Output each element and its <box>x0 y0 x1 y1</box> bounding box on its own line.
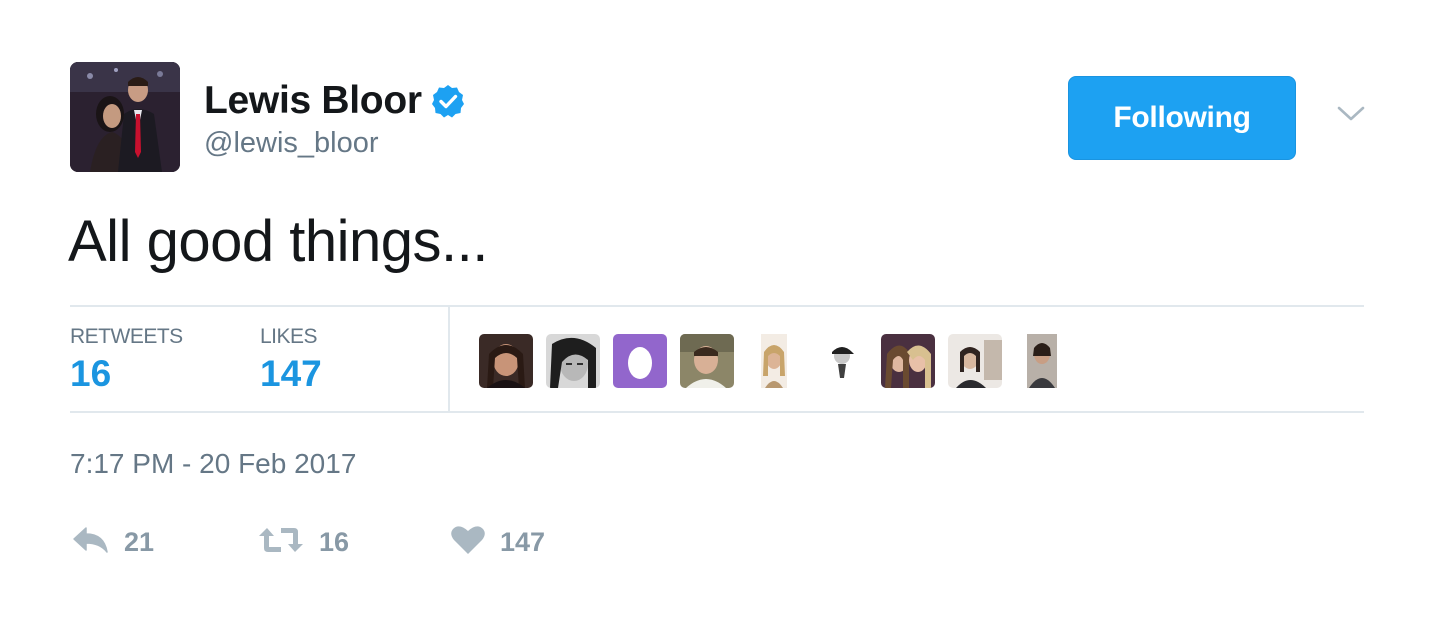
reply-icon <box>70 524 110 561</box>
retweets-stat[interactable]: RETWEETS 16 <box>70 325 183 395</box>
liker-avatar-4[interactable] <box>680 334 734 388</box>
like-count: 147 <box>500 526 546 557</box>
chevron-down-icon[interactable] <box>1336 104 1366 124</box>
retweets-label: RETWEETS <box>70 325 183 348</box>
likes-count: 147 <box>260 353 322 394</box>
retweet-count: 16 <box>319 526 350 557</box>
following-button[interactable]: Following <box>1068 76 1296 160</box>
liker-avatar-8[interactable] <box>948 334 1002 388</box>
liker-avatar-9[interactable] <box>1015 334 1069 388</box>
liker-avatar-7[interactable] <box>881 334 935 388</box>
tweet-card: Lewis Bloor @lewis_bloor Following All g… <box>0 0 1440 626</box>
author-handle[interactable]: @lewis_bloor <box>204 127 379 160</box>
tweet-actions: 21 16 147 <box>70 522 670 562</box>
liker-avatar-3-default-egg[interactable] <box>613 334 667 388</box>
stats-divider <box>448 307 450 411</box>
author-display-name[interactable]: Lewis Bloor <box>204 79 422 123</box>
liker-avatar-2[interactable] <box>546 334 600 388</box>
verified-badge-icon <box>430 83 466 119</box>
likes-stat[interactable]: LIKES 147 <box>260 325 322 395</box>
liker-avatar-6[interactable] <box>814 334 868 388</box>
heart-icon <box>450 524 486 561</box>
liker-avatar-1[interactable] <box>479 334 533 388</box>
author-name-row[interactable]: Lewis Bloor <box>204 78 466 124</box>
retweet-button[interactable]: 16 <box>257 522 349 562</box>
author-avatar[interactable] <box>70 62 180 172</box>
reply-button[interactable]: 21 <box>70 522 154 562</box>
author-avatar-image <box>70 62 180 172</box>
like-button[interactable]: 147 <box>450 522 545 562</box>
tweet-text: All good things... <box>68 209 488 274</box>
liker-avatar-5[interactable] <box>747 334 801 388</box>
tweet-timestamp[interactable]: 7:17 PM - 20 Feb 2017 <box>70 448 356 480</box>
reply-count: 21 <box>124 526 155 557</box>
likes-label: LIKES <box>260 325 318 348</box>
retweet-icon <box>257 524 305 561</box>
retweets-count: 16 <box>70 353 112 394</box>
tweet-stats: RETWEETS 16 LIKES 147 <box>70 305 1364 413</box>
